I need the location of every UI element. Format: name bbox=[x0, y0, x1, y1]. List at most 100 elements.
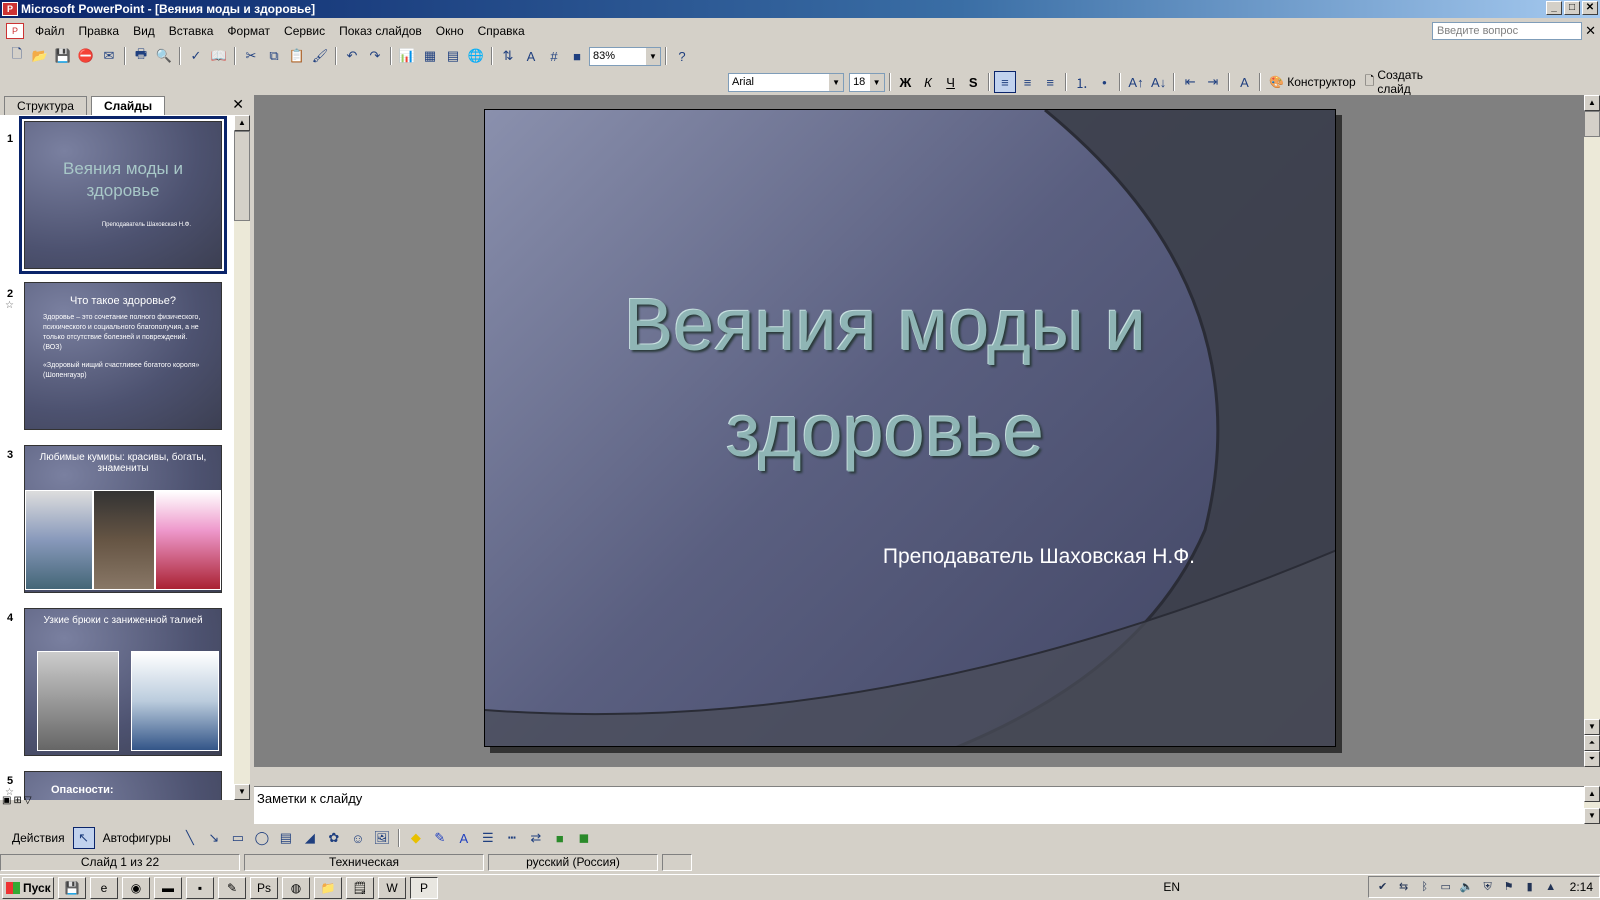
grid-icon[interactable]: # bbox=[543, 45, 565, 67]
current-slide[interactable]: Веяния моды и здоровье Преподаватель Шах… bbox=[484, 109, 1336, 747]
volume-icon[interactable]: 🔈 bbox=[1459, 879, 1475, 895]
research-icon[interactable]: 📖 bbox=[208, 45, 230, 67]
spelling-icon[interactable]: ✓ bbox=[185, 45, 207, 67]
terminal-task-icon[interactable]: ▬ bbox=[154, 876, 182, 899]
select-pointer-icon[interactable]: ↖ bbox=[72, 827, 95, 849]
redo-icon[interactable]: ↷ bbox=[364, 45, 386, 67]
next-slide-icon[interactable]: ⏷ bbox=[1584, 751, 1600, 767]
print-icon[interactable]: 🖶 bbox=[130, 45, 152, 67]
tables-borders-icon[interactable]: ▤ bbox=[442, 45, 464, 67]
menu-view[interactable]: Вид bbox=[126, 24, 162, 38]
slide-title[interactable]: Веяния моды и здоровье bbox=[575, 272, 1195, 484]
menu-slideshow[interactable]: Показ слайдов bbox=[332, 24, 429, 38]
previous-slide-icon[interactable]: ⏶ bbox=[1584, 735, 1600, 751]
photoshop-task-icon[interactable]: Ps bbox=[250, 876, 278, 899]
close-document-icon[interactable]: ✕ bbox=[1585, 23, 1596, 39]
antivirus-icon[interactable]: ✔ bbox=[1375, 879, 1391, 895]
paste-icon[interactable]: 📋 bbox=[286, 45, 308, 67]
align-left-icon[interactable]: ≡ bbox=[994, 71, 1016, 93]
zoom-select[interactable]: 83% ▼ bbox=[589, 46, 661, 66]
increase-indent-icon[interactable]: ⇥ bbox=[1202, 71, 1224, 93]
paint-task-icon[interactable]: ✎ bbox=[218, 876, 246, 899]
autoshapes-menu[interactable]: Автофигуры bbox=[97, 831, 177, 845]
actions-menu[interactable]: Действия bbox=[6, 831, 71, 845]
menu-window[interactable]: Окно bbox=[429, 24, 471, 38]
align-center-icon[interactable]: ≡ bbox=[1017, 71, 1039, 93]
chevron-down-icon[interactable]: ▼ bbox=[869, 73, 884, 91]
save-task-icon[interactable]: 💾 bbox=[58, 876, 86, 899]
scroll-down-icon[interactable]: ▼ bbox=[1584, 808, 1600, 824]
signal-icon[interactable]: ▲ bbox=[1543, 879, 1559, 895]
expand-all-icon[interactable]: ⇅ bbox=[497, 45, 519, 67]
scroll-up-icon[interactable]: ▲ bbox=[1584, 786, 1600, 802]
show-formatting-icon[interactable]: A bbox=[520, 45, 542, 67]
menu-tools[interactable]: Сервис bbox=[277, 24, 332, 38]
open-icon[interactable]: 📂 bbox=[29, 45, 51, 67]
color-grayscale-icon[interactable]: ■ bbox=[566, 45, 588, 67]
designer-button[interactable]: 🎨 Конструктор bbox=[1265, 71, 1359, 93]
help-icon[interactable]: ? bbox=[671, 45, 693, 67]
normal-view-icon[interactable]: ▣ bbox=[2, 795, 11, 809]
menu-edit[interactable]: Правка bbox=[72, 24, 127, 38]
tab-slides[interactable]: Слайды bbox=[90, 96, 166, 115]
fill-color-icon[interactable]: ◆ bbox=[405, 827, 427, 849]
scroll-up-icon[interactable]: ▲ bbox=[234, 115, 250, 131]
line-style-icon[interactable]: ☰ bbox=[477, 827, 499, 849]
slide-thumbnail-4[interactable]: Узкие брюки с заниженной талией bbox=[24, 608, 222, 756]
slide-thumbnail-2[interactable]: Что такое здоровье? Здоровье – это сочет… bbox=[24, 282, 222, 430]
thumbnails-scrollbar[interactable]: ▲ ▼ bbox=[234, 115, 250, 800]
undo-icon[interactable]: ↶ bbox=[341, 45, 363, 67]
maximize-button[interactable]: □ bbox=[1564, 1, 1580, 15]
clock[interactable]: 2:14 bbox=[1570, 880, 1593, 894]
oval-icon[interactable]: ◯ bbox=[251, 827, 273, 849]
battery-icon[interactable]: ▮ bbox=[1522, 879, 1538, 895]
underline-button[interactable]: Ч bbox=[940, 71, 962, 93]
close-button[interactable]: ✕ bbox=[1582, 1, 1598, 15]
scroll-thumb[interactable] bbox=[1584, 111, 1600, 137]
browser-task-icon[interactable]: e bbox=[90, 876, 118, 899]
dash-style-icon[interactable]: ┅ bbox=[501, 827, 523, 849]
notes-pane[interactable]: Заметки к слайду bbox=[254, 786, 1584, 824]
slide-sorter-view-icon[interactable]: ⊞ bbox=[13, 795, 21, 809]
chevron-down-icon[interactable]: ▼ bbox=[829, 73, 844, 91]
insert-chart-icon[interactable]: 📊 bbox=[396, 45, 418, 67]
font-size-select[interactable]: 18 ▼ bbox=[849, 72, 885, 92]
shadow-button[interactable]: S bbox=[962, 71, 984, 93]
scroll-down-icon[interactable]: ▼ bbox=[1584, 719, 1600, 735]
menu-insert[interactable]: Вставка bbox=[162, 24, 221, 38]
bullets-icon[interactable]: • bbox=[1094, 71, 1116, 93]
print-preview-icon[interactable]: 🔍 bbox=[153, 45, 175, 67]
close-pane-icon[interactable]: ✕ bbox=[232, 96, 244, 113]
line-color-icon[interactable]: ✎ bbox=[429, 827, 451, 849]
save-icon[interactable]: 💾 bbox=[52, 45, 74, 67]
decrease-indent-icon[interactable]: ⇤ bbox=[1179, 71, 1201, 93]
new-icon[interactable]: 🗋 bbox=[6, 45, 28, 67]
shadow-style-icon[interactable]: ■ bbox=[549, 827, 571, 849]
arrow-style-icon[interactable]: ⇄ bbox=[525, 827, 547, 849]
align-right-icon[interactable]: ≡ bbox=[1039, 71, 1061, 93]
font-select[interactable]: Arial ▼ bbox=[728, 72, 845, 92]
new-slide-button[interactable]: 🗋 Создать слайд bbox=[1361, 68, 1462, 96]
numbering-icon[interactable]: ⒈ bbox=[1071, 71, 1093, 93]
textbox-icon[interactable]: ▤ bbox=[275, 827, 297, 849]
insert-table-icon[interactable]: ▦ bbox=[419, 45, 441, 67]
3d-style-icon[interactable]: ◼ bbox=[573, 827, 595, 849]
firefox-task-icon[interactable]: ◍ bbox=[282, 876, 310, 899]
document-icon[interactable]: P bbox=[6, 23, 24, 39]
minimize-button[interactable]: _ bbox=[1546, 1, 1562, 15]
slide-scrollbar[interactable]: ▲ ▼ ⏶ ⏷ bbox=[1584, 95, 1600, 767]
slideshow-view-icon[interactable]: ▽ bbox=[24, 795, 32, 809]
picture-icon[interactable]: 🖼 bbox=[371, 827, 393, 849]
diagram-icon[interactable]: ✿ bbox=[323, 827, 345, 849]
slide-subtitle[interactable]: Преподаватель Шаховская Н.Ф. bbox=[855, 545, 1195, 569]
ask-question-input[interactable]: Введите вопрос bbox=[1432, 22, 1582, 40]
decrease-font-icon[interactable]: A↓ bbox=[1148, 71, 1170, 93]
word-task-icon[interactable]: W bbox=[378, 876, 406, 899]
hyperlink-icon[interactable]: 🌐 bbox=[465, 45, 487, 67]
bold-button[interactable]: Ж bbox=[895, 71, 917, 93]
menu-help[interactable]: Справка bbox=[471, 24, 532, 38]
email-icon[interactable]: ✉ bbox=[98, 45, 120, 67]
scroll-thumb[interactable] bbox=[234, 131, 250, 221]
wordart-icon[interactable]: ◢ bbox=[299, 827, 321, 849]
rectangle-icon[interactable]: ▭ bbox=[227, 827, 249, 849]
